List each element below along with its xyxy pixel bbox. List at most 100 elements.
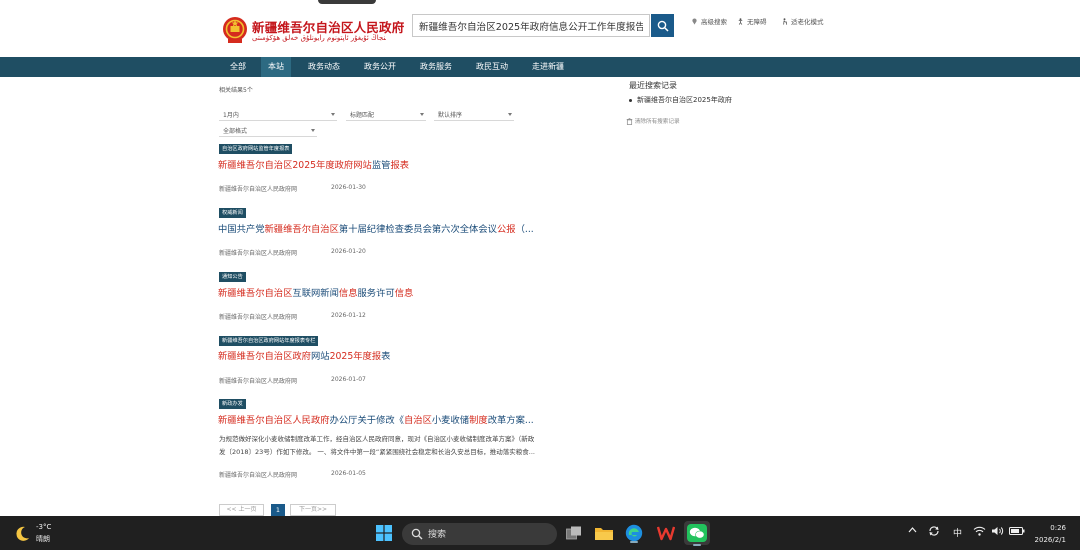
result-title[interactable]: 中国共产党新疆维吾尔自治区第十届纪律检查委员会第六次全体会议公报（... — [218, 221, 534, 235]
title-text-segment: （... — [515, 224, 534, 235]
next-page-button[interactable]: 下一页>> — [290, 504, 336, 516]
speaker-icon — [992, 527, 1004, 535]
sort-filter-select[interactable]: 默认排序 — [434, 108, 514, 121]
battery-icon — [1009, 527, 1025, 535]
edge-browser-button[interactable] — [623, 522, 645, 544]
result-source: 新疆维吾尔自治区人民政府网 — [219, 250, 298, 257]
weather-temperature: -3°C — [36, 523, 52, 531]
title-keyword-highlight: 新疆维吾尔自治区 — [218, 288, 293, 299]
title-keyword-highlight: 新疆维吾尔自治区政府 — [218, 351, 311, 362]
page-number-current[interactable]: 1 — [271, 504, 285, 516]
national-emblem-icon — [223, 17, 247, 43]
title-keyword-highlight: 信息 — [394, 288, 414, 299]
wifi-icon — [973, 526, 986, 536]
search-icon — [411, 528, 423, 540]
result-tag[interactable]: 新疆维吾尔自治区政府网站年度报表专栏 — [219, 336, 319, 346]
result-title[interactable]: 新疆维吾尔自治区人民政府办公厅关于修改《自治区小麦收储制度改革方案... — [218, 412, 534, 426]
accessibility-label: 无障碍 — [747, 18, 767, 26]
show-hidden-icons-button[interactable] — [908, 526, 917, 537]
advanced-search-link[interactable]: 高级搜索 — [691, 16, 727, 26]
chevron-down-icon — [508, 112, 512, 116]
volume-button[interactable] — [991, 526, 1004, 539]
title-keyword-highlight: 报表 — [390, 160, 410, 171]
clear-history-button[interactable]: 清除所有搜索记录 — [626, 117, 680, 125]
title-text-segment: 办公厅关于修改《 — [329, 415, 404, 426]
recent-search-item[interactable]: 新疆维吾尔自治区2025年政府 — [629, 95, 732, 105]
chevron-down-icon — [311, 128, 315, 132]
match-filter-value: 标题匹配 — [350, 111, 375, 119]
location-pin-icon — [692, 18, 697, 25]
recent-searches-title: 最近搜索记录 — [629, 81, 677, 90]
title-text-segment: 互联网新闻 — [292, 288, 339, 299]
nav-item-gov-service[interactable]: 政务服务 — [420, 57, 452, 77]
result-tag[interactable]: 新政办发 — [219, 399, 246, 409]
start-button[interactable] — [373, 522, 395, 544]
top-tab-handle[interactable] — [318, 0, 376, 4]
nav-item-gov-news[interactable]: 政务动态 — [308, 57, 340, 77]
taskbar-search-label: 搜索 — [428, 530, 447, 540]
title-text-segment: 表 — [381, 351, 391, 362]
task-view-icon — [566, 526, 581, 540]
edge-browser-icon — [625, 524, 643, 542]
running-indicator — [630, 541, 638, 543]
elderly-mode-link[interactable]: 适老化模式 — [781, 16, 824, 26]
running-indicator — [693, 544, 701, 546]
result-snippet-line: 为规范做好深化小麦收储制度改革工作，经自治区人民政府同意，现对《自治区小麦收储制… — [219, 435, 535, 443]
search-button[interactable] — [651, 14, 674, 37]
wifi-button[interactable] — [973, 526, 986, 539]
search-icon — [657, 20, 669, 32]
result-title[interactable]: 新疆维吾尔自治区互联网新闻信息服务许可信息 — [218, 285, 413, 299]
weather-widget[interactable]: -3°C 晴朗 — [12, 523, 62, 545]
browser-page: 新疆维吾尔自治区人民政府 شىنجاڭ ئۇيغۇر ئاپتونوم رايو… — [0, 0, 1080, 516]
chevron-up-icon — [908, 527, 917, 533]
windows-logo-icon — [376, 525, 392, 541]
time-filter-select[interactable]: 1月内 — [219, 108, 337, 121]
battery-button[interactable] — [1009, 526, 1025, 539]
result-source: 新疆维吾尔自治区人民政府网 — [219, 472, 298, 479]
match-filter-select[interactable]: 标题匹配 — [346, 108, 426, 121]
result-title[interactable]: 新疆维吾尔自治区政府网站2025年度报表 — [218, 348, 390, 362]
result-tag[interactable]: 自治区政府网站监管年度报表 — [219, 144, 293, 154]
nav-item-all[interactable]: 全部 — [230, 57, 246, 77]
title-text-segment: 中国共产党 — [218, 224, 265, 235]
system-clock[interactable]: 0:26 2026/2/1 — [1035, 522, 1066, 546]
taskbar-search-box[interactable]: 搜索 — [402, 523, 557, 545]
sync-icon — [929, 526, 939, 536]
chevron-down-icon — [420, 112, 424, 116]
nav-item-interaction[interactable]: 政民互动 — [476, 57, 508, 77]
title-text-segment: 监管 — [371, 160, 391, 171]
result-tag[interactable]: 权威新闻 — [219, 208, 246, 218]
format-filter-select[interactable]: 全部格式 — [219, 124, 317, 137]
accessibility-link[interactable]: 无障碍 — [737, 16, 767, 26]
clock-date: 2026/2/1 — [1034, 536, 1066, 544]
title-text-segment: 改革方案... — [487, 415, 534, 426]
ime-indicator[interactable]: 中 — [953, 526, 962, 539]
result-title[interactable]: 新疆维吾尔自治区2025年度政府网站监管报表 — [218, 157, 409, 171]
time-filter-value: 1月内 — [223, 111, 239, 119]
title-keyword-highlight: 新疆维吾尔自治区2025年度政府网站 — [218, 160, 372, 171]
title-text-segment: 网站 — [310, 351, 330, 362]
prev-page-button[interactable]: << 上一页 — [219, 504, 264, 516]
search-field[interactable] — [412, 14, 650, 37]
site-header: 新疆维吾尔自治区人民政府 شىنجاڭ ئۇيغۇر ئاپتونوم رايو… — [0, 0, 1080, 57]
result-source: 新疆维吾尔自治区人民政府网 — [219, 378, 298, 385]
title-keyword-highlight: 信息 — [338, 288, 358, 299]
wps-office-button[interactable] — [655, 522, 677, 544]
nav-item-this-site[interactable]: 本站 — [261, 57, 291, 77]
clock-time: 0:26 — [1050, 524, 1066, 532]
result-tag[interactable]: 通知公告 — [219, 272, 246, 282]
wechat-button[interactable] — [684, 521, 710, 546]
title-keyword-highlight: 2025年度报 — [329, 351, 382, 362]
task-view-button[interactable] — [563, 522, 585, 544]
nav-item-xinjiang[interactable]: 走进新疆 — [532, 57, 564, 77]
title-keyword-highlight: 新疆维吾尔自治区人民政府 — [218, 415, 330, 426]
site-subtitle-uyghur: شىنجاڭ ئۇيغۇر ئاپتونوم رايونلۇق خەلق ھۆك… — [252, 34, 386, 42]
search-input[interactable] — [413, 15, 649, 37]
chevron-down-icon — [331, 112, 335, 116]
nav-item-gov-disclosure[interactable]: 政务公开 — [364, 57, 396, 77]
result-date: 2026-01-30 — [331, 184, 366, 191]
weather-condition: 晴朗 — [36, 535, 50, 543]
file-explorer-button[interactable] — [593, 522, 615, 544]
sync-tray-button[interactable] — [928, 525, 940, 540]
sort-filter-value: 默认排序 — [438, 111, 463, 119]
